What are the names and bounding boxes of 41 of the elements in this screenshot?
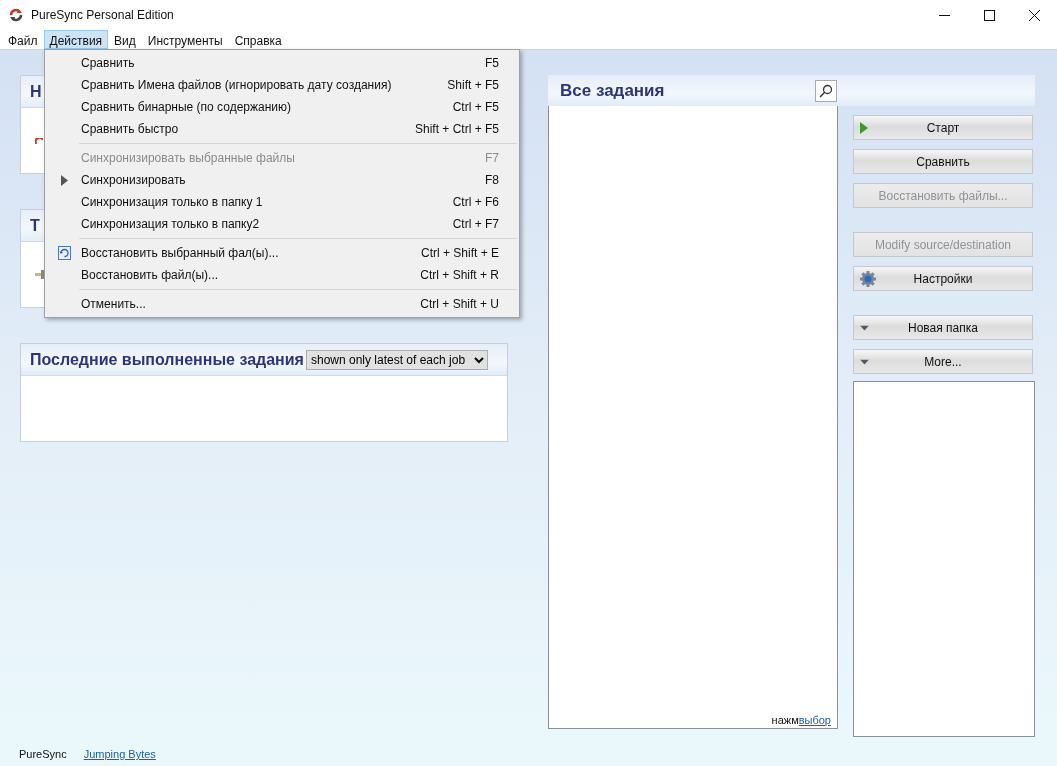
app-name: PureSync — [19, 748, 67, 760]
menu-item[interactable]: Сравнить быстро Shift + Ctrl + F5 — [45, 118, 519, 140]
vendor-link[interactable]: Jumping Bytes — [83, 748, 156, 760]
maximize-icon[interactable] — [984, 9, 995, 21]
menu-item[interactable]: Синхронизация только в папку2 Ctrl + F7 — [45, 213, 519, 235]
menu-item[interactable]: Синхронизация только в папку 1 Ctrl + F6 — [45, 191, 519, 213]
filter-dropdown[interactable]: shown only latest of each job — [305, 349, 488, 370]
menu-item[interactable]: Восстановить файл(ы)... Ctrl + Shift + R — [45, 264, 519, 286]
action-button[interactable]: Новая папка — [853, 315, 1033, 340]
action-button[interactable]: More... — [853, 349, 1033, 374]
play-icon — [860, 121, 868, 134]
menu-item[interactable]: Отменить... Ctrl + Shift + U — [45, 293, 519, 315]
menu-item[interactable]: Справка — [228, 30, 288, 49]
app-logo-icon — [8, 7, 24, 23]
search-button[interactable] — [815, 79, 837, 102]
document-icon — [57, 246, 71, 260]
action-button[interactable]: Настройки — [853, 266, 1033, 291]
panel-title: Последние выполненные задания — [30, 350, 304, 369]
menu-item[interactable]: Файл — [2, 30, 44, 49]
panel-title: Т — [30, 216, 40, 235]
caret-icon — [860, 359, 869, 364]
window-title: PureSync Personal Edition — [31, 8, 175, 22]
menu-item[interactable]: Сравнить бинарные (по содержанию) Ctrl + F5 — [45, 96, 519, 118]
menu-item[interactable]: Сравнить F5 — [45, 52, 519, 74]
select-link[interactable]: выбор — [798, 714, 831, 726]
menu-item[interactable]: Восстановить выбранный фал(ы)... Ctrl + Shift + E — [45, 242, 519, 264]
play-icon — [60, 174, 68, 186]
action-button[interactable]: Старт — [853, 115, 1033, 140]
menu-item[interactable]: Действия — [43, 30, 109, 49]
menu-item[interactable]: Вид — [108, 30, 142, 49]
caret-icon — [860, 325, 869, 330]
panel-title: Н — [30, 82, 42, 101]
hint-text: нажм — [771, 714, 799, 726]
menu-item[interactable]: Сравнить Имена файлов (игнорировать дату создания) Shift + F5 — [45, 74, 519, 96]
close-icon[interactable] — [1029, 9, 1040, 21]
panel-title: Все задания — [560, 80, 666, 101]
action-button[interactable]: Сравнить — [853, 149, 1033, 174]
menu-item[interactable]: Инструменты — [141, 30, 229, 49]
menu-item[interactable]: Синхронизировать F8 — [45, 169, 519, 191]
search-icon — [819, 83, 833, 98]
gear-icon — [860, 270, 876, 287]
